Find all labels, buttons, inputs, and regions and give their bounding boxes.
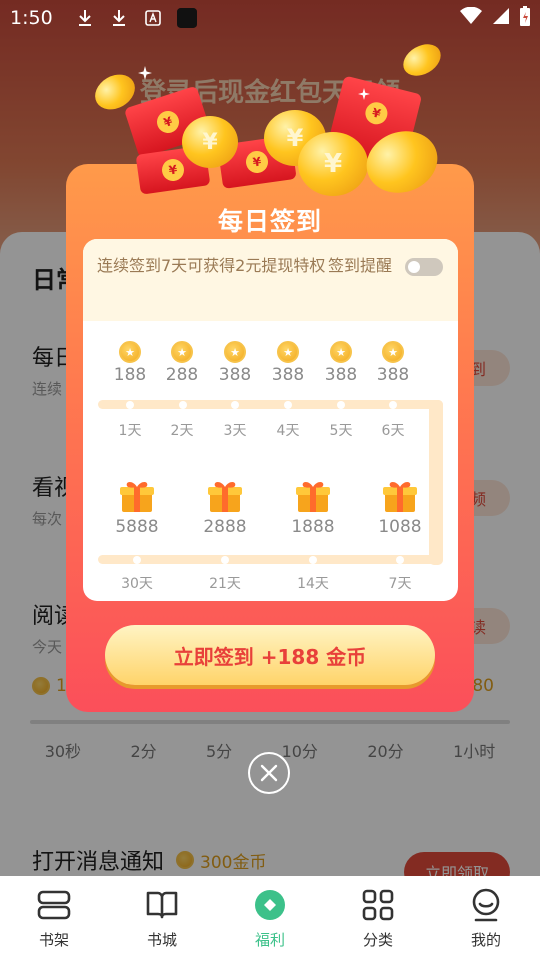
coin-icon: ¥ (298, 132, 368, 196)
coin-icon: ★ (382, 341, 404, 363)
track-dot (284, 401, 292, 409)
profile-icon (472, 888, 500, 921)
grid-icon (362, 889, 394, 920)
reward-decoration: ¥ ¥ ¥ ¥ ¥ ¥ ¥ (88, 37, 450, 203)
reward-amount: 288 (165, 365, 199, 385)
day-label: 2天 (170, 423, 194, 439)
battery-icon (520, 5, 530, 31)
coin-icon: ¥ (182, 116, 238, 168)
track-dot (389, 401, 397, 409)
envelope-seal: ¥ (154, 108, 182, 136)
status-bar: 1:50 (0, 0, 540, 36)
day-reward: ★ 188 (100, 341, 160, 385)
signin-description: 连续签到7天可获得2元提现特权 (97, 256, 326, 275)
reward-amount: 188 (113, 365, 147, 385)
envelope-seal: ¥ (363, 99, 390, 127)
track-dot (221, 556, 229, 564)
day-label: 7天 (388, 576, 412, 592)
track-dot (179, 401, 187, 409)
day-reward: ★ 288 (152, 341, 212, 385)
status-right-icons (460, 5, 530, 31)
day-label: 6天 (381, 423, 405, 439)
reward-amount: 1088 (378, 517, 422, 537)
dialog-title: 每日签到 (217, 207, 322, 236)
nav-label: 书城 (146, 930, 177, 949)
signal-icon (492, 7, 510, 30)
day-label: 30天 (121, 576, 153, 592)
nav-item-category[interactable]: 分类 (338, 887, 418, 950)
nav-item-bookshelf[interactable]: 书架 (14, 887, 94, 950)
day-reward: ★ 388 (363, 341, 423, 385)
download-icon (75, 8, 95, 28)
track-dot (309, 556, 317, 564)
sparkle-icon (138, 66, 152, 80)
milestone-reward: 1888 (283, 479, 343, 537)
wifi-icon (460, 6, 482, 30)
day-label: 21天 (209, 576, 241, 592)
bottom-navigation: 书架 书城 福利 分类 我的 (0, 876, 540, 960)
reward-amount: 388 (271, 365, 305, 385)
close-dialog-button[interactable] (248, 752, 290, 794)
nav-label: 我的 (470, 930, 501, 949)
reward-amount: 2888 (203, 517, 247, 537)
track-dot (231, 401, 239, 409)
milestone-reward: 5888 (107, 479, 167, 537)
toggle-knob (408, 261, 420, 273)
app-notification-icon (143, 8, 163, 28)
sparkle-icon (358, 88, 370, 100)
remind-label: 签到提醒 (328, 256, 393, 275)
gift-diamond-icon (255, 889, 285, 920)
nav-label: 分类 (362, 930, 393, 949)
day-label: 4天 (276, 423, 300, 439)
day-label: 3天 (223, 423, 247, 439)
remind-toggle[interactable] (405, 258, 443, 276)
envelope-seal: ¥ (244, 149, 270, 175)
nav-label: 书架 (38, 930, 69, 949)
bookshelf-icon (37, 890, 71, 919)
daily-signin-dialog: 每日签到 连续签到7天可获得2元提现特权 签到提醒 ★ 188 ★ 288 ★ … (66, 164, 474, 712)
gift-icon (295, 479, 331, 513)
coin-icon: ★ (330, 341, 352, 363)
nav-label: 福利 (254, 930, 285, 949)
reward-panel: 连续签到7天可获得2元提现特权 签到提醒 ★ 188 ★ 288 ★ 388 ★… (83, 239, 458, 601)
coin-icon: ★ (224, 341, 246, 363)
nav-item-bookstore[interactable]: 书城 (122, 887, 202, 950)
day-reward: ★ 388 (258, 341, 318, 385)
panel-header: 连续签到7天可获得2元提现特权 签到提醒 (83, 239, 458, 321)
day-label: 14天 (297, 576, 329, 592)
reward-amount: 388 (324, 365, 358, 385)
reward-amount: 388 (376, 365, 410, 385)
close-icon (260, 764, 278, 782)
coin-icon: ★ (277, 341, 299, 363)
track-dot (396, 556, 404, 564)
progress-track-side (429, 400, 443, 565)
coin-icon: ★ (171, 341, 193, 363)
progress-track-bottom (98, 555, 443, 564)
nav-item-profile[interactable]: 我的 (446, 887, 526, 950)
gift-icon (207, 479, 243, 513)
milestone-reward: 2888 (195, 479, 255, 537)
milestone-reward: 1088 (370, 479, 430, 537)
day-label: 5天 (329, 423, 353, 439)
reward-amount: 1888 (291, 517, 335, 537)
book-icon (146, 891, 178, 918)
status-time: 1:50 (10, 7, 53, 29)
gift-icon (382, 479, 418, 513)
nav-item-welfare[interactable]: 福利 (230, 887, 310, 950)
day-reward: ★ 388 (205, 341, 265, 385)
track-dot (337, 401, 345, 409)
download-icon (109, 8, 129, 28)
coin-icon: ★ (119, 341, 141, 363)
track-dot (126, 401, 134, 409)
app-square-icon (176, 8, 197, 28)
day-label: 1天 (118, 423, 142, 439)
signin-now-button[interactable]: 立即签到 +188 金币 (105, 625, 435, 685)
coin-icon (397, 37, 447, 83)
day-reward: ★ 388 (311, 341, 371, 385)
gift-icon (119, 479, 155, 513)
reward-amount: 388 (218, 365, 252, 385)
reward-amount: 5888 (115, 517, 159, 537)
envelope-seal: ¥ (160, 157, 186, 183)
track-dot (133, 556, 141, 564)
